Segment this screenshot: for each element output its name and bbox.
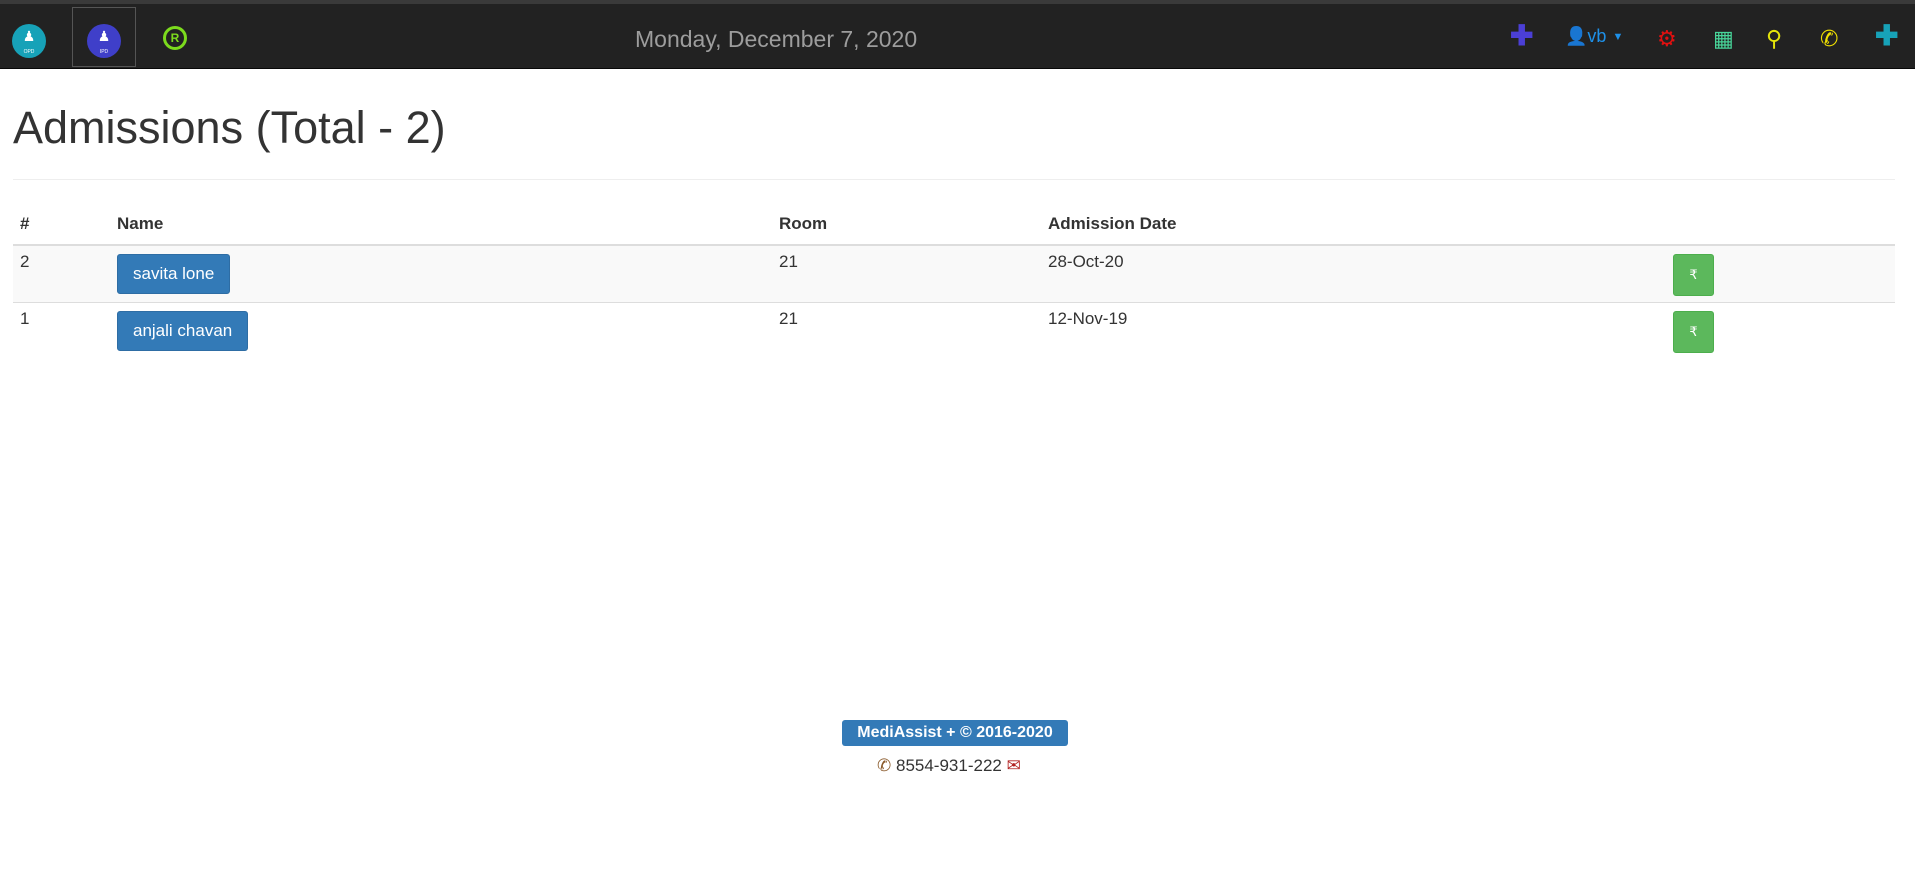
- envelope-icon[interactable]: ✉: [1007, 756, 1021, 775]
- row-room: 21: [772, 244, 1041, 303]
- table-header-row: # Name Room Admission Date: [13, 208, 1895, 246]
- patient-name-button[interactable]: anjali chavan: [117, 311, 249, 351]
- ipd-logo-icon[interactable]: ♟ IPD: [87, 24, 121, 58]
- table-row: 1 anjali chavan 21 12-Nov-19 ₹: [13, 302, 1895, 359]
- header-admission-date: Admission Date: [1041, 208, 1666, 246]
- phone-icon: ✆: [877, 756, 892, 775]
- row-number: 1: [13, 302, 110, 359]
- opd-logo-icon[interactable]: ♟ OPD: [12, 24, 46, 58]
- user-menu-dropdown[interactable]: 👤vb ▼: [1565, 26, 1623, 47]
- page-title: Admissions (Total - 2): [13, 102, 446, 153]
- row-room: 21: [772, 302, 1041, 359]
- billing-rupee-button[interactable]: ₹: [1673, 254, 1714, 296]
- add-plus-icon[interactable]: ✚: [1510, 22, 1533, 50]
- admissions-table: # Name Room Admission Date 2 savita lone…: [13, 208, 1895, 359]
- spreadsheet-icon[interactable]: ▦: [1713, 26, 1734, 52]
- gear-icon[interactable]: ⚙: [1657, 26, 1677, 52]
- add-plus-secondary-icon[interactable]: ✚: [1875, 22, 1898, 50]
- row-admission-date: 12-Nov-19: [1041, 302, 1666, 359]
- row-number: 2: [13, 244, 110, 303]
- footer-contact: ✆ 8554-931-222 ✉: [877, 756, 1021, 776]
- copyright-badge: MediAssist + © 2016-2020: [842, 720, 1068, 746]
- header-name: Name: [110, 208, 772, 246]
- header-number: #: [13, 208, 110, 246]
- title-divider: [13, 179, 1895, 180]
- table-row: 2 savita lone 21 28-Oct-20 ₹: [13, 244, 1895, 303]
- contact-phone: 8554-931-222: [895, 756, 1002, 775]
- row-admission-date: 28-Oct-20: [1041, 244, 1666, 303]
- phone-icon[interactable]: ✆: [1820, 26, 1838, 52]
- user-icon: 👤: [1565, 26, 1588, 46]
- user-name: vb: [1587, 26, 1607, 46]
- header-actions: [1666, 208, 1895, 246]
- registered-logo-icon[interactable]: R: [163, 26, 187, 50]
- caret-down-icon: ▼: [1612, 31, 1624, 44]
- header-room: Room: [772, 208, 1041, 246]
- current-date: Monday, December 7, 2020: [635, 26, 918, 52]
- patient-name-button[interactable]: savita lone: [117, 254, 231, 294]
- billing-rupee-button[interactable]: ₹: [1673, 311, 1714, 353]
- search-icon[interactable]: ⚲: [1766, 26, 1782, 52]
- top-navbar: ♟ OPD ♟ IPD R Monday, December 7, 2020 ✚…: [0, 0, 1915, 69]
